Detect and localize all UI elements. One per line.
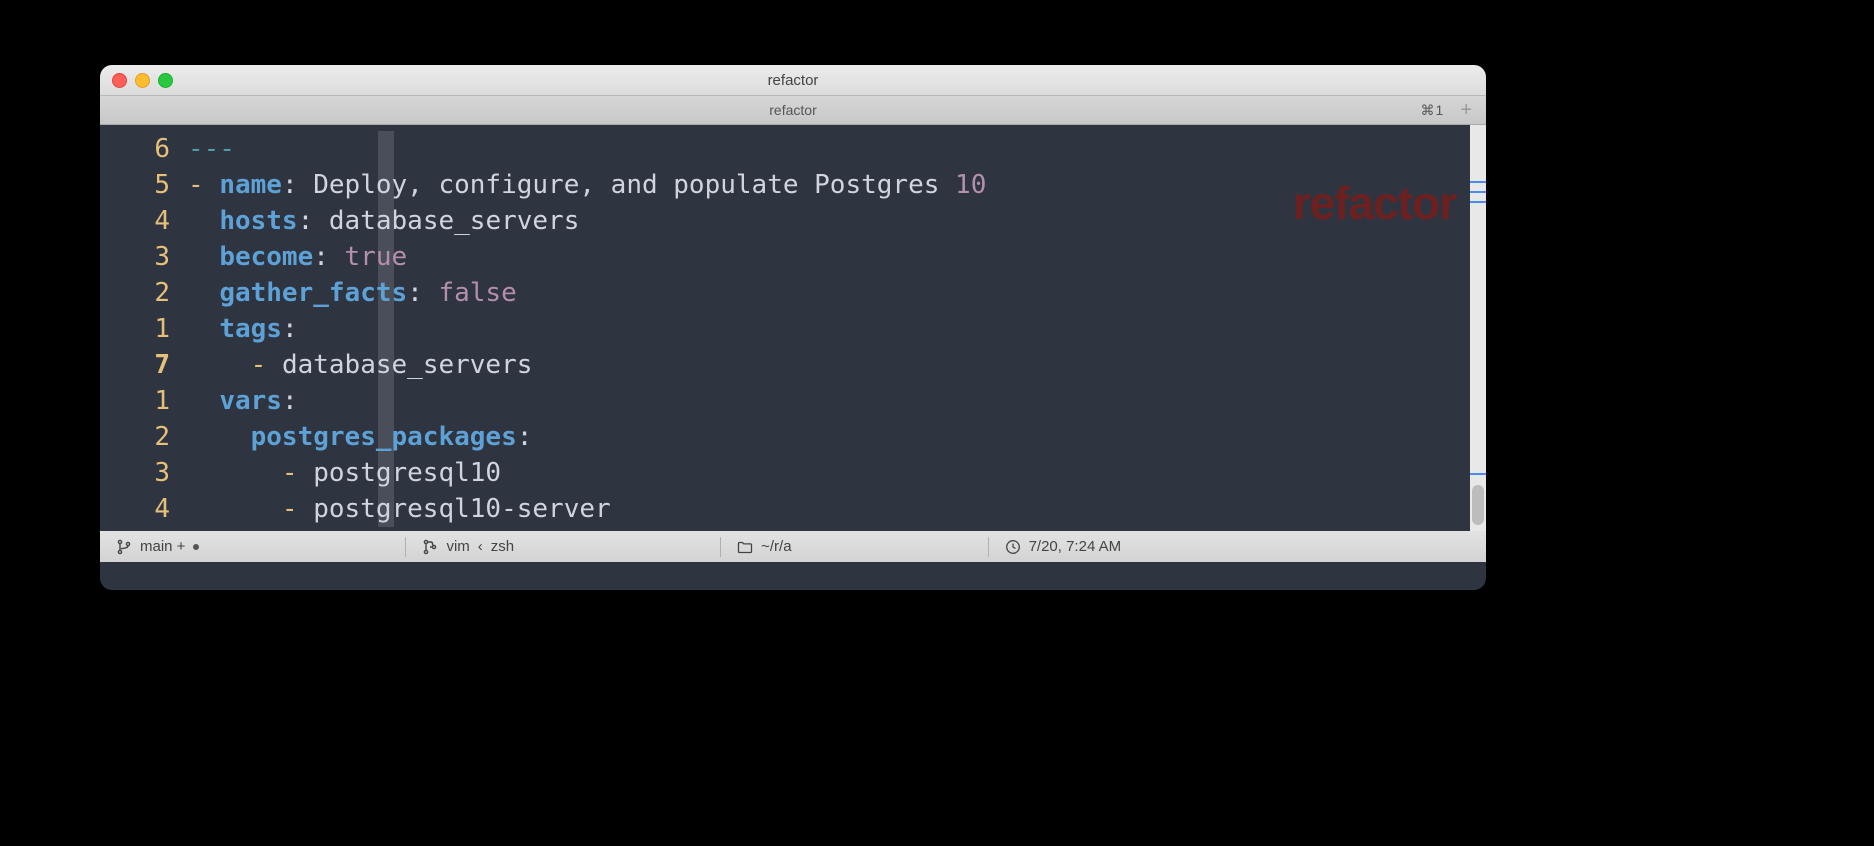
scroll-mark — [1470, 181, 1486, 183]
line-number: 2 — [100, 419, 188, 455]
titlebar[interactable]: refactor — [100, 65, 1486, 96]
folder-icon — [737, 539, 753, 555]
scrollbar[interactable] — [1470, 125, 1486, 531]
code-row: 1 tags: — [100, 311, 1470, 347]
scroll-mark — [1470, 201, 1486, 203]
code-row: 3 become: true — [100, 239, 1470, 275]
line-number: 4 — [100, 203, 188, 239]
clock-status: 7/20, 7:24 AM — [989, 531, 1138, 562]
line-number: 3 — [100, 455, 188, 491]
git-branch-icon — [116, 539, 132, 555]
code-row: 5- name: Deploy, configure, and populate… — [100, 167, 1470, 203]
code-lines: 6--- 5- name: Deploy, configure, and pop… — [100, 131, 1470, 527]
minimize-icon[interactable] — [135, 73, 150, 88]
process-status[interactable]: vim ‹ zsh — [406, 531, 530, 562]
window-title: refactor — [100, 72, 1486, 89]
traffic-lights — [112, 73, 173, 88]
line-number: 1 — [100, 311, 188, 347]
branch-label: main + — [140, 538, 185, 555]
tab-refactor[interactable]: refactor — [100, 102, 1486, 118]
cwd-status[interactable]: ~/r/a — [721, 531, 807, 562]
code-row: 6--- — [100, 131, 1470, 167]
line-number: 2 — [100, 275, 188, 311]
clock-icon — [1005, 539, 1021, 555]
scroll-thumb[interactable] — [1472, 485, 1484, 525]
terminal-window: refactor refactor ⌘1 + refactor 6--- 5- … — [100, 65, 1486, 590]
line-number: 3 — [100, 239, 188, 275]
git-status[interactable]: main + — [100, 531, 215, 562]
code-row: 4 - postgresql10-server — [100, 491, 1470, 527]
code-row: 2 postgres_packages: — [100, 419, 1470, 455]
code-row: 4 hosts: database_servers — [100, 203, 1470, 239]
proc-1: vim — [446, 538, 469, 555]
line-number-current: 7 — [100, 347, 188, 383]
process-icon — [422, 539, 438, 555]
code-row: 2 gather_facts: false — [100, 275, 1470, 311]
line-number: 5 — [100, 167, 188, 203]
time-label: 7/20, 7:24 AM — [1029, 538, 1122, 555]
tab-shortcut: ⌘1 — [1421, 102, 1445, 119]
scroll-mark — [1470, 191, 1486, 193]
proc-2: zsh — [491, 538, 514, 555]
proc-sep: ‹ — [478, 538, 483, 555]
dirty-dot-icon — [193, 544, 199, 550]
close-icon[interactable] — [112, 73, 127, 88]
cwd-label: ~/r/a — [761, 538, 791, 555]
scroll-mark — [1470, 473, 1486, 475]
editor-area[interactable]: refactor 6--- 5- name: Deploy, configure… — [100, 125, 1486, 531]
line-number: 6 — [100, 131, 188, 167]
line-number: 4 — [100, 491, 188, 527]
new-tab-button[interactable]: + — [1454, 99, 1478, 122]
statusbar: main + vim ‹ zsh ~/r/a 7/20, 7:24 AM — [100, 531, 1486, 562]
code-row: 1 vars: — [100, 383, 1470, 419]
maximize-icon[interactable] — [158, 73, 173, 88]
tabbar: refactor ⌘1 + — [100, 96, 1486, 125]
code-row: 3 - postgresql10 — [100, 455, 1470, 491]
line-number: 1 — [100, 383, 188, 419]
code-row: 7 - database_servers — [100, 347, 1470, 383]
